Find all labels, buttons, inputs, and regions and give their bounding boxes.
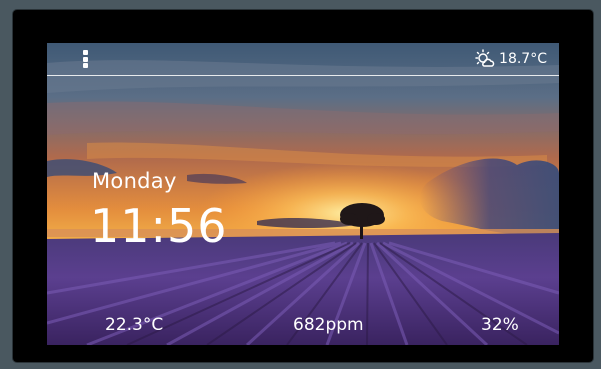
sensor-readings: 22.3°C 682ppm 32% bbox=[47, 305, 559, 345]
day-label: Monday bbox=[92, 169, 177, 193]
status-bar: 18.7°C bbox=[47, 43, 559, 76]
outdoor-temperature: 18.7°C bbox=[499, 51, 547, 67]
outdoor-weather: 18.7°C bbox=[473, 49, 547, 69]
lavender-sunset-background bbox=[47, 43, 559, 345]
kebab-menu-icon[interactable] bbox=[83, 50, 89, 68]
clock-time: 11:56 bbox=[90, 199, 228, 253]
indoor-temperature: 22.3°C bbox=[105, 315, 164, 335]
display-screen: 18.7°C Monday 11:56 22.3°C 682ppm 32% bbox=[47, 43, 559, 345]
co2-level: 682ppm bbox=[293, 315, 364, 335]
partly-sunny-icon bbox=[475, 49, 495, 67]
device-bezel: 18.7°C Monday 11:56 22.3°C 682ppm 32% bbox=[13, 10, 593, 362]
humidity-level: 32% bbox=[481, 315, 519, 335]
